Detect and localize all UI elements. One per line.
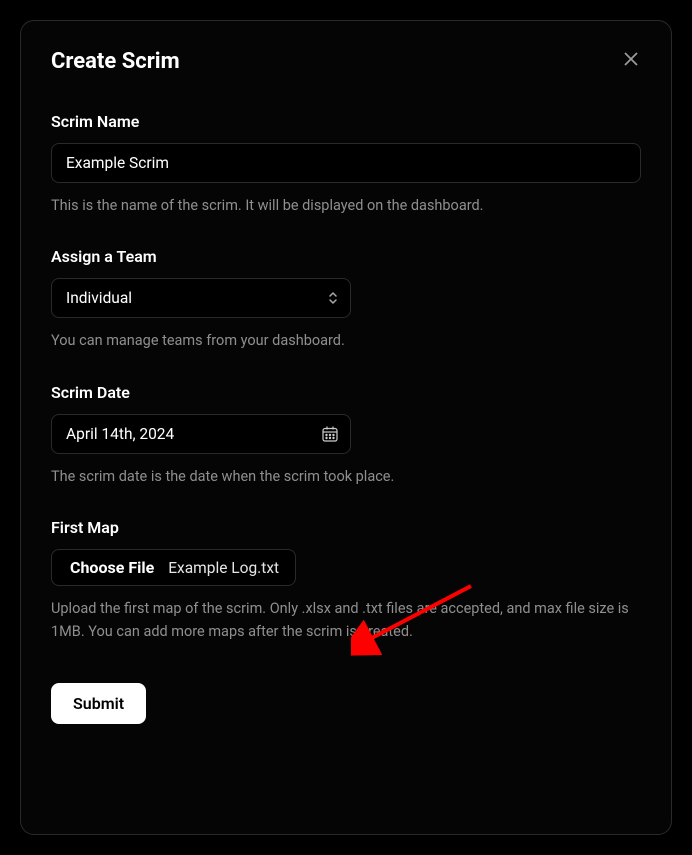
- scrim-name-field: Scrim Name This is the name of the scrim…: [51, 112, 641, 217]
- close-icon: [623, 51, 639, 70]
- first-map-help: Upload the first map of the scrim. Only …: [51, 598, 641, 643]
- first-map-label: First Map: [51, 518, 641, 537]
- date-picker-wrapper: April 14th, 2024: [51, 414, 351, 454]
- first-map-field: First Map Choose File Example Log.txt Up…: [51, 518, 641, 643]
- file-input[interactable]: Choose File Example Log.txt: [51, 549, 296, 586]
- create-scrim-dialog: Create Scrim Scrim Name This is the name…: [20, 20, 672, 835]
- dialog-header: Create Scrim: [51, 49, 641, 74]
- team-select-wrapper: Individual: [51, 278, 351, 318]
- scrim-date-label: Scrim Date: [51, 383, 641, 402]
- scrim-name-help: This is the name of the scrim. It will b…: [51, 195, 641, 217]
- team-select[interactable]: Individual: [51, 278, 351, 318]
- scrim-date-picker[interactable]: April 14th, 2024: [51, 414, 351, 454]
- submit-button[interactable]: Submit: [51, 683, 146, 724]
- scrim-date-field: Scrim Date April 14th, 2024 The scrim: [51, 383, 641, 488]
- assign-team-field: Assign a Team Individual You can manage …: [51, 247, 641, 352]
- assign-team-label: Assign a Team: [51, 247, 641, 266]
- dialog-title: Create Scrim: [51, 49, 180, 74]
- scrim-date-help: The scrim date is the date when the scri…: [51, 466, 641, 488]
- choose-file-label: Choose File: [70, 558, 154, 577]
- scrim-name-input[interactable]: [51, 143, 641, 183]
- scrim-name-label: Scrim Name: [51, 112, 641, 131]
- selected-file-name: Example Log.txt: [168, 559, 279, 577]
- close-button[interactable]: [621, 49, 641, 72]
- assign-team-help: You can manage teams from your dashboard…: [51, 330, 641, 352]
